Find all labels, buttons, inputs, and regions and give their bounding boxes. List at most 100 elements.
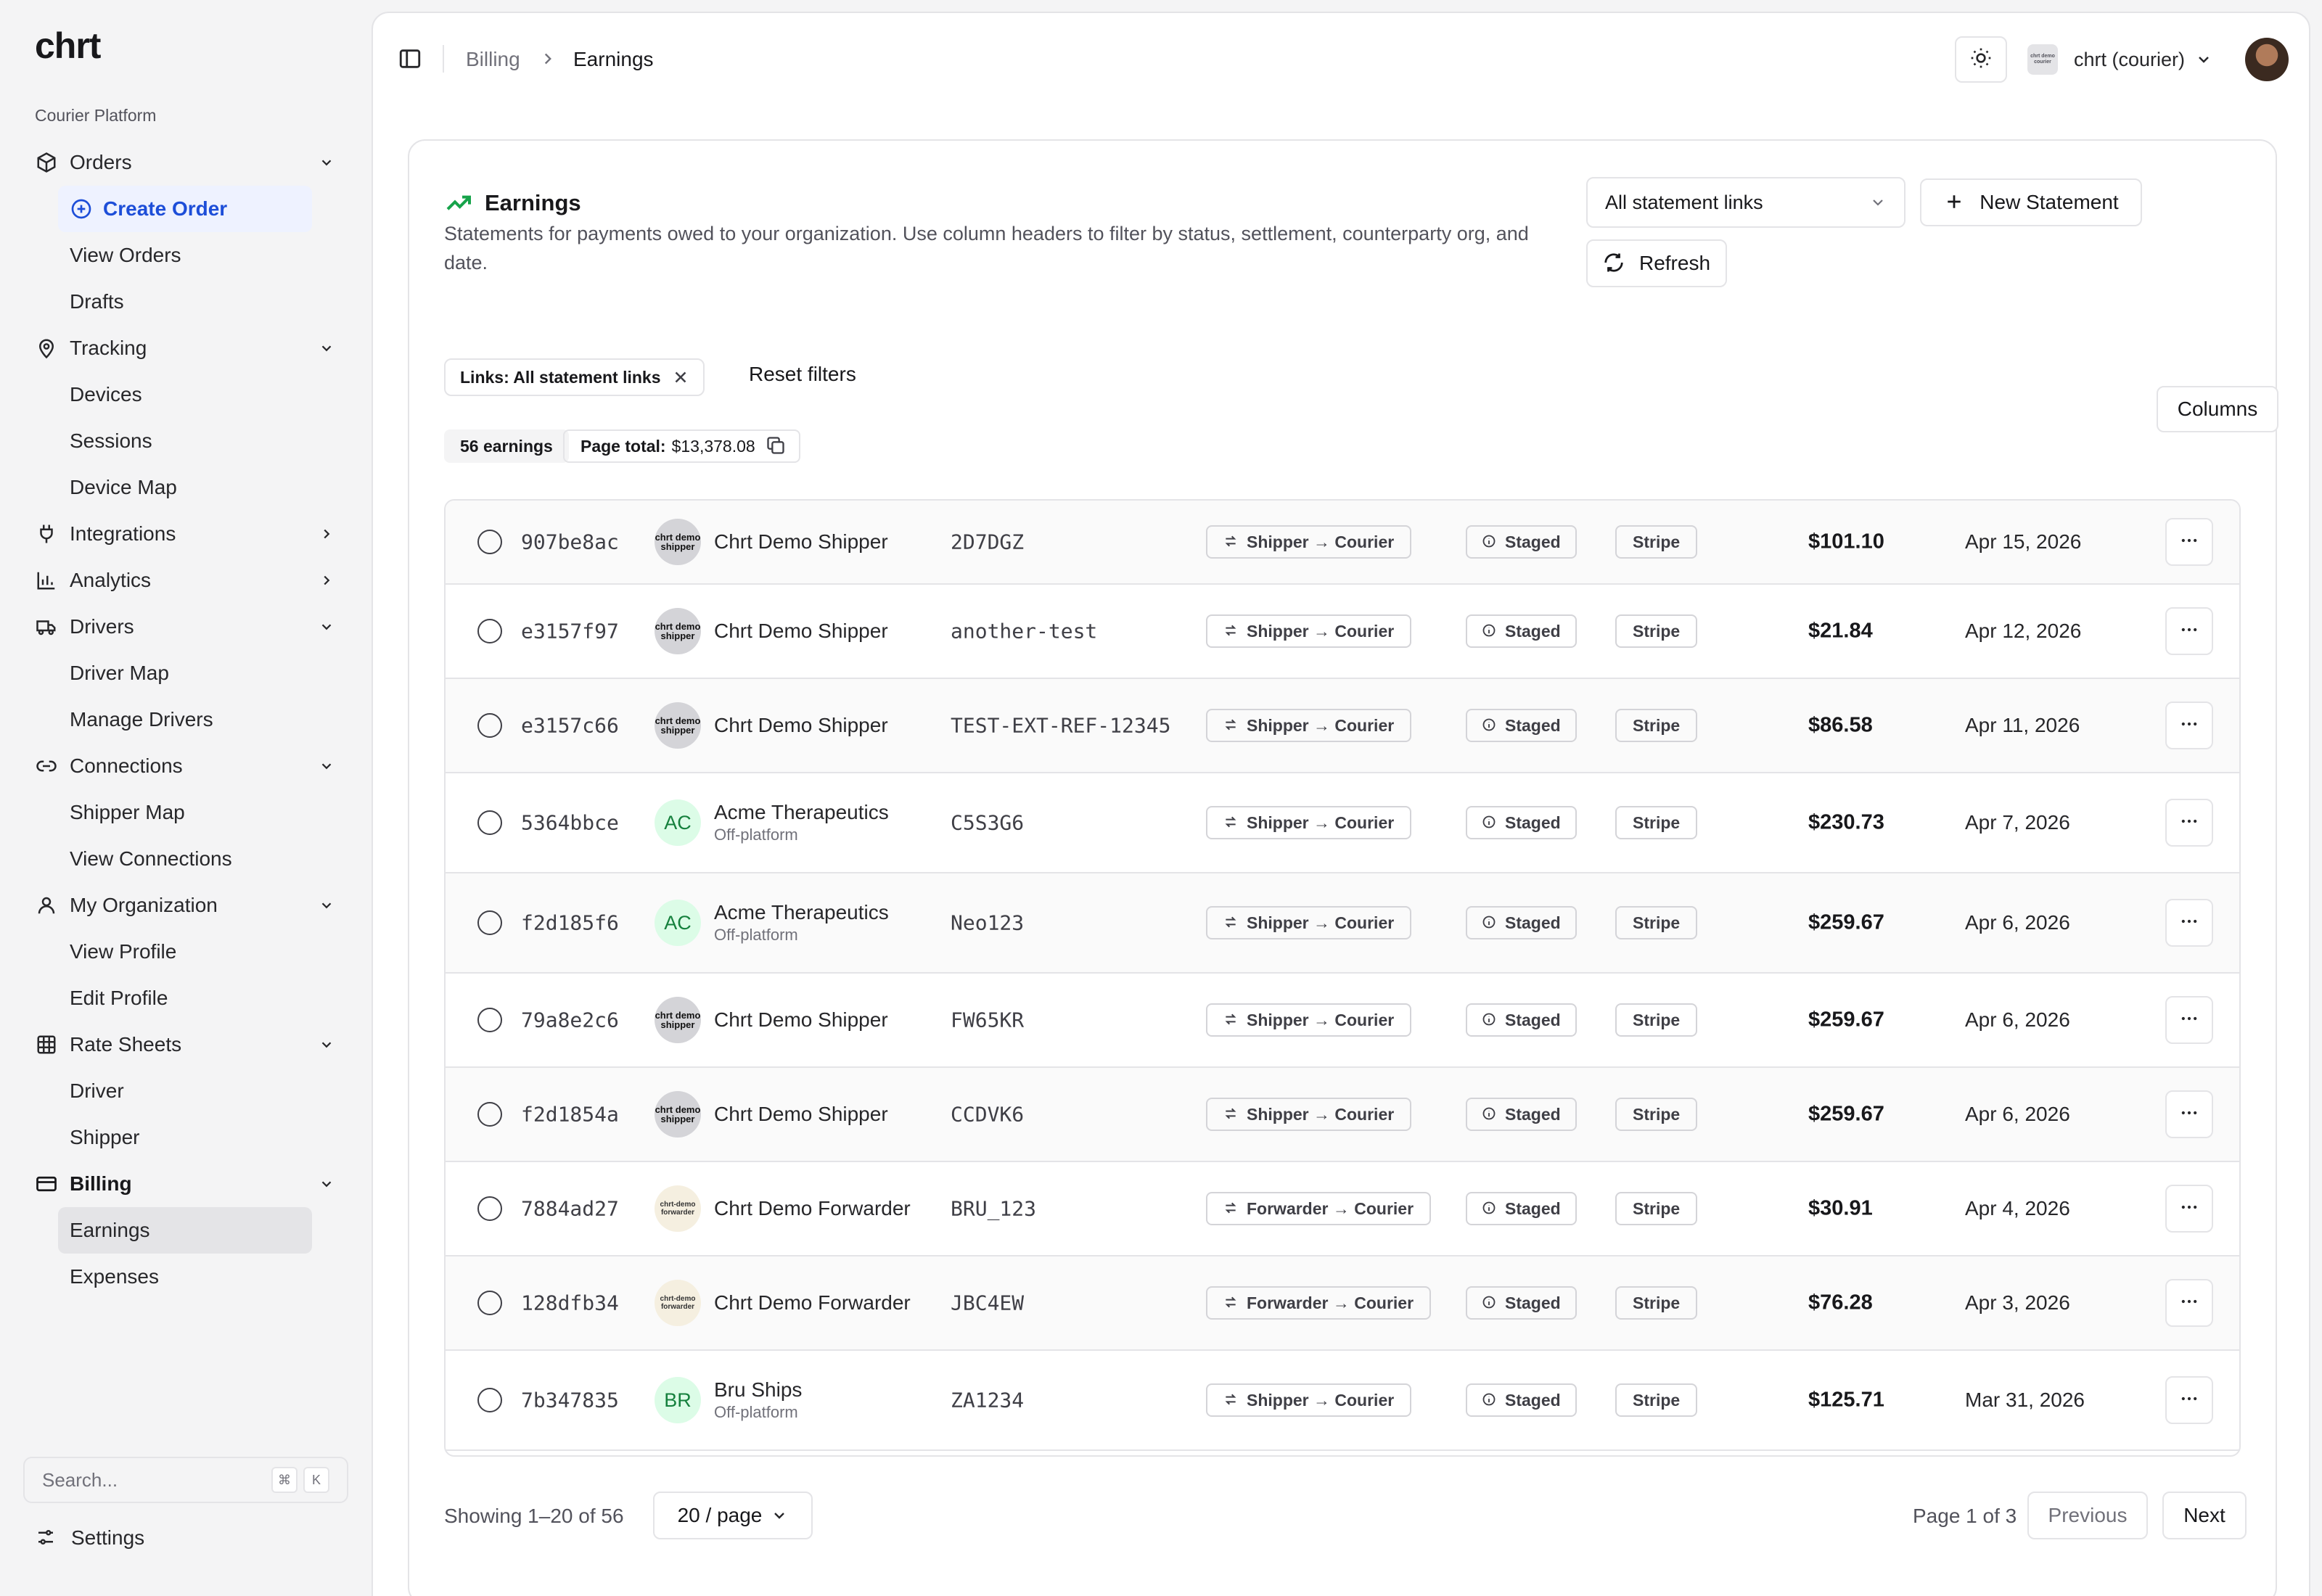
row-select-checkbox[interactable] xyxy=(477,713,502,738)
row-select-checkbox[interactable] xyxy=(477,619,502,643)
counterparty-org[interactable]: chrt demo shipper Chrt Demo Shipper xyxy=(655,519,888,565)
sidebar-search-input[interactable]: Search... ⌘ K xyxy=(23,1457,348,1503)
table-row[interactable]: f2d185f6 AC Acme Therapeutics Off-platfo… xyxy=(446,873,2239,974)
previous-page-button[interactable]: Previous xyxy=(2027,1492,2148,1539)
settlement-badge: Stripe xyxy=(1615,1383,1698,1417)
counterparty-org[interactable]: chrt demo shipper Chrt Demo Shipper xyxy=(655,997,888,1043)
sidebar-item-view-profile[interactable]: View Profile xyxy=(58,929,312,975)
filter-chip-links[interactable]: Links: All statement links xyxy=(444,358,705,396)
statement-id[interactable]: 7b347835 xyxy=(521,1389,619,1412)
statement-id[interactable]: e3157f97 xyxy=(521,620,619,643)
row-actions-button[interactable] xyxy=(2165,1279,2213,1327)
org-name: Bru Ships xyxy=(714,1378,803,1401)
sidebar-item-view-connections[interactable]: View Connections xyxy=(58,836,312,882)
reset-filters-button[interactable]: Reset filters xyxy=(749,363,856,386)
statement-id[interactable]: 5364bbce xyxy=(521,811,619,835)
counterparty-org[interactable]: BR Bru Ships Off-platform xyxy=(655,1377,802,1423)
new-statement-button[interactable]: New Statement xyxy=(1920,178,2142,226)
sidebar-item-drafts[interactable]: Drafts xyxy=(58,279,312,325)
table-row[interactable]: f2d1854a chrt demo shipper Chrt Demo Shi… xyxy=(446,1068,2239,1162)
sidebar-item-rate-driver[interactable]: Driver xyxy=(58,1068,312,1114)
row-actions-button[interactable] xyxy=(2165,1090,2213,1138)
sidebar-item-create-order[interactable]: Create Order xyxy=(58,186,312,232)
user-avatar[interactable] xyxy=(2245,38,2289,81)
nav-group-integrations[interactable]: Integrations xyxy=(23,511,348,557)
nav-group-orders[interactable]: Orders xyxy=(23,139,348,186)
table-row[interactable]: 79a8e2c6 chrt demo shipper Chrt Demo Shi… xyxy=(446,974,2239,1068)
copy-icon[interactable] xyxy=(766,435,787,457)
sidebar-item-sessions[interactable]: Sessions xyxy=(58,418,312,464)
statement-id[interactable]: f2d1854a xyxy=(521,1103,619,1127)
refresh-button[interactable]: Refresh xyxy=(1586,239,1727,287)
row-select-checkbox[interactable] xyxy=(477,530,502,554)
row-select-checkbox[interactable] xyxy=(477,1102,502,1127)
counterparty-org[interactable]: chrt demo shipper Chrt Demo Shipper xyxy=(655,1091,888,1138)
table-row[interactable]: e3157f97 chrt demo shipper Chrt Demo Shi… xyxy=(446,585,2239,679)
row-select-checkbox[interactable] xyxy=(477,1291,502,1315)
table-row[interactable]: 128dfb34 chrt-demo forwarder Chrt Demo F… xyxy=(446,1256,2239,1351)
counterparty-org[interactable]: AC Acme Therapeutics Off-platform xyxy=(655,799,889,846)
statement-id[interactable]: f2d185f6 xyxy=(521,911,619,935)
row-actions-button[interactable] xyxy=(2165,996,2213,1044)
sidebar-item-edit-profile[interactable]: Edit Profile xyxy=(58,975,312,1021)
table-row[interactable]: 5364bbce AC Acme Therapeutics Off-platfo… xyxy=(446,773,2239,873)
row-actions-button[interactable] xyxy=(2165,799,2213,847)
breadcrumb-earnings: Earnings xyxy=(573,48,654,70)
nav-group-my-organization[interactable]: My Organization xyxy=(23,882,348,929)
row-actions-button[interactable] xyxy=(2165,518,2213,566)
sidebar-item-driver-map[interactable]: Driver Map xyxy=(58,650,312,696)
statement-id[interactable]: 7884ad27 xyxy=(521,1197,619,1221)
statement-id[interactable]: 128dfb34 xyxy=(521,1291,619,1315)
nav-group-analytics[interactable]: Analytics xyxy=(23,557,348,604)
row-actions-button[interactable] xyxy=(2165,1376,2213,1424)
counterparty-org[interactable]: chrt-demo forwarder Chrt Demo Forwarder xyxy=(655,1280,911,1326)
theme-toggle-button[interactable] xyxy=(1955,36,2007,83)
sidebar-item-shipper-map[interactable]: Shipper Map xyxy=(58,789,312,836)
nav-group-rate-sheets[interactable]: Rate Sheets xyxy=(23,1021,348,1068)
breadcrumb-billing[interactable]: Billing xyxy=(466,48,520,71)
table-row[interactable]: e3157c66 chrt demo shipper Chrt Demo Shi… xyxy=(446,679,2239,773)
table-row[interactable]: 7884ad27 chrt-demo forwarder Chrt Demo F… xyxy=(446,1162,2239,1256)
org-text: Bru Ships Off-platform xyxy=(714,1378,802,1422)
row-actions-button[interactable] xyxy=(2165,607,2213,655)
row-select-checkbox[interactable] xyxy=(477,910,502,935)
chevron-right-icon xyxy=(538,49,559,70)
row-actions-button[interactable] xyxy=(2165,702,2213,749)
row-select-checkbox[interactable] xyxy=(477,810,502,835)
table-row[interactable]: 7b347835 BR Bru Ships Off-platform ZA123… xyxy=(446,1351,2239,1451)
sidebar-item-devices[interactable]: Devices xyxy=(58,371,312,418)
sidebar-item-manage-drivers[interactable]: Manage Drivers xyxy=(58,696,312,743)
row-select-checkbox[interactable] xyxy=(477,1388,502,1412)
statement-id[interactable]: 79a8e2c6 xyxy=(521,1008,619,1032)
statement-links-select[interactable]: All statement links xyxy=(1586,177,1905,228)
k-key: K xyxy=(303,1467,329,1493)
counterparty-org[interactable]: AC Acme Therapeutics Off-platform xyxy=(655,900,889,946)
close-icon[interactable] xyxy=(671,368,690,387)
sidebar-item-view-orders[interactable]: View Orders xyxy=(58,232,312,279)
row-actions-button[interactable] xyxy=(2165,899,2213,947)
statement-id[interactable]: e3157c66 xyxy=(521,714,619,738)
per-page-select[interactable]: 20 / page xyxy=(653,1492,813,1539)
org-switcher[interactable]: chrt demo courier chrt (courier) xyxy=(2027,38,2212,81)
statement-id[interactable]: 907be8ac xyxy=(521,530,619,554)
sidebar-item-expenses[interactable]: Expenses xyxy=(58,1254,312,1300)
nav-group-billing[interactable]: Billing xyxy=(23,1161,348,1207)
sidebar-item-earnings[interactable]: Earnings xyxy=(58,1207,312,1254)
counterparty-org[interactable]: chrt-demo forwarder Chrt Demo Forwarder xyxy=(655,1185,911,1232)
row-select-checkbox[interactable] xyxy=(477,1196,502,1221)
sidebar-item-settings[interactable]: Settings xyxy=(35,1526,144,1550)
nav-group-drivers[interactable]: Drivers xyxy=(23,604,348,650)
row-actions-button[interactable] xyxy=(2165,1185,2213,1233)
sidebar-toggle-icon[interactable] xyxy=(398,46,424,73)
sidebar-item-device-map[interactable]: Device Map xyxy=(58,464,312,511)
columns-button[interactable]: Columns xyxy=(2157,386,2278,432)
table-row[interactable]: 907be8ac chrt demo shipper Chrt Demo Shi… xyxy=(446,501,2239,585)
counterparty-org[interactable]: chrt demo shipper Chrt Demo Shipper xyxy=(655,608,888,654)
nav-group-connections[interactable]: Connections xyxy=(23,743,348,789)
nav-group-tracking[interactable]: Tracking xyxy=(23,325,348,371)
sidebar-item-rate-shipper[interactable]: Shipper xyxy=(58,1114,312,1161)
counterparty-org[interactable]: chrt demo shipper Chrt Demo Shipper xyxy=(655,702,888,749)
app-logo[interactable]: chrt xyxy=(35,25,101,67)
next-page-button[interactable]: Next xyxy=(2162,1492,2247,1539)
row-select-checkbox[interactable] xyxy=(477,1008,502,1032)
